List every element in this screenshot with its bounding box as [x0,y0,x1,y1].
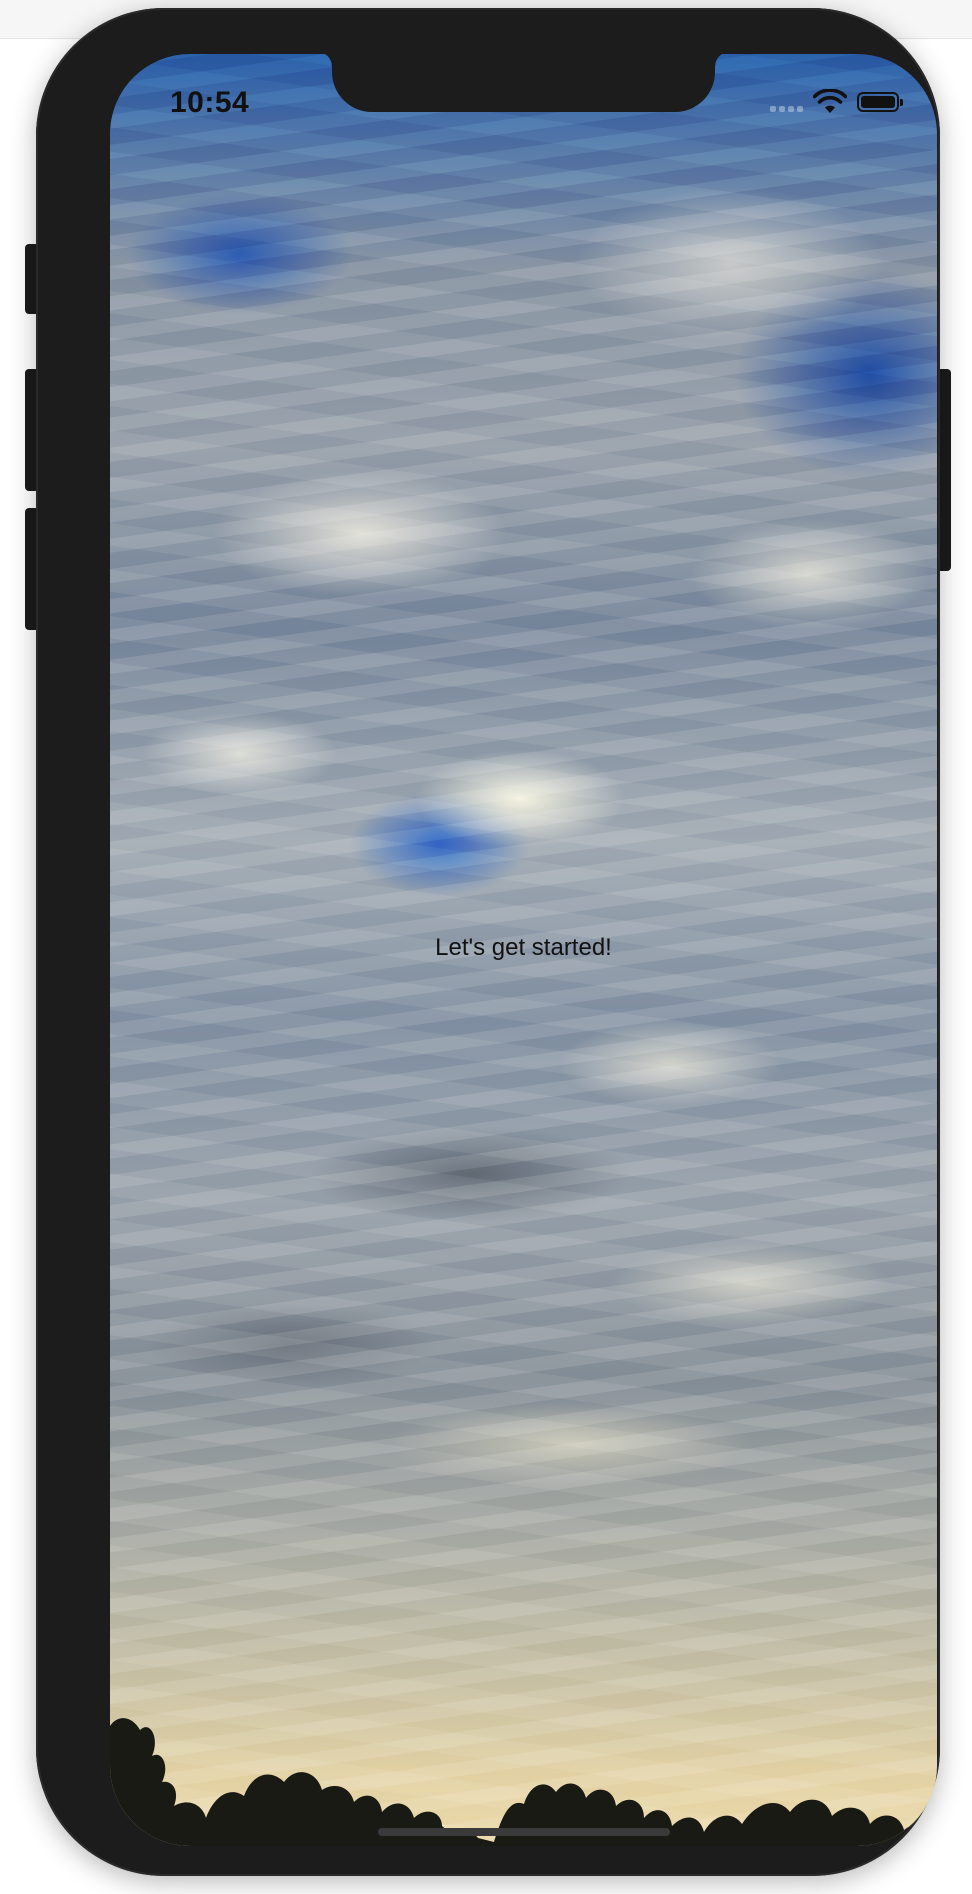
battery-level-fill [861,96,895,108]
home-indicator[interactable] [378,1828,670,1836]
app-screen: 10:54 Let's get started! [110,54,937,1846]
simulator-stage: 10:54 Let's get started! [0,0,972,1894]
phone-frame: 10:54 Let's get started! [36,8,940,1876]
cellular-signal-icon [770,92,803,112]
device-notch [318,54,729,112]
wifi-icon [813,89,847,113]
status-bar-indicators [770,89,903,115]
battery-icon [857,92,903,112]
treeline-silhouette [110,1718,937,1846]
status-bar-time: 10:54 [170,86,250,119]
welcome-label: Let's get started! [435,934,612,961]
